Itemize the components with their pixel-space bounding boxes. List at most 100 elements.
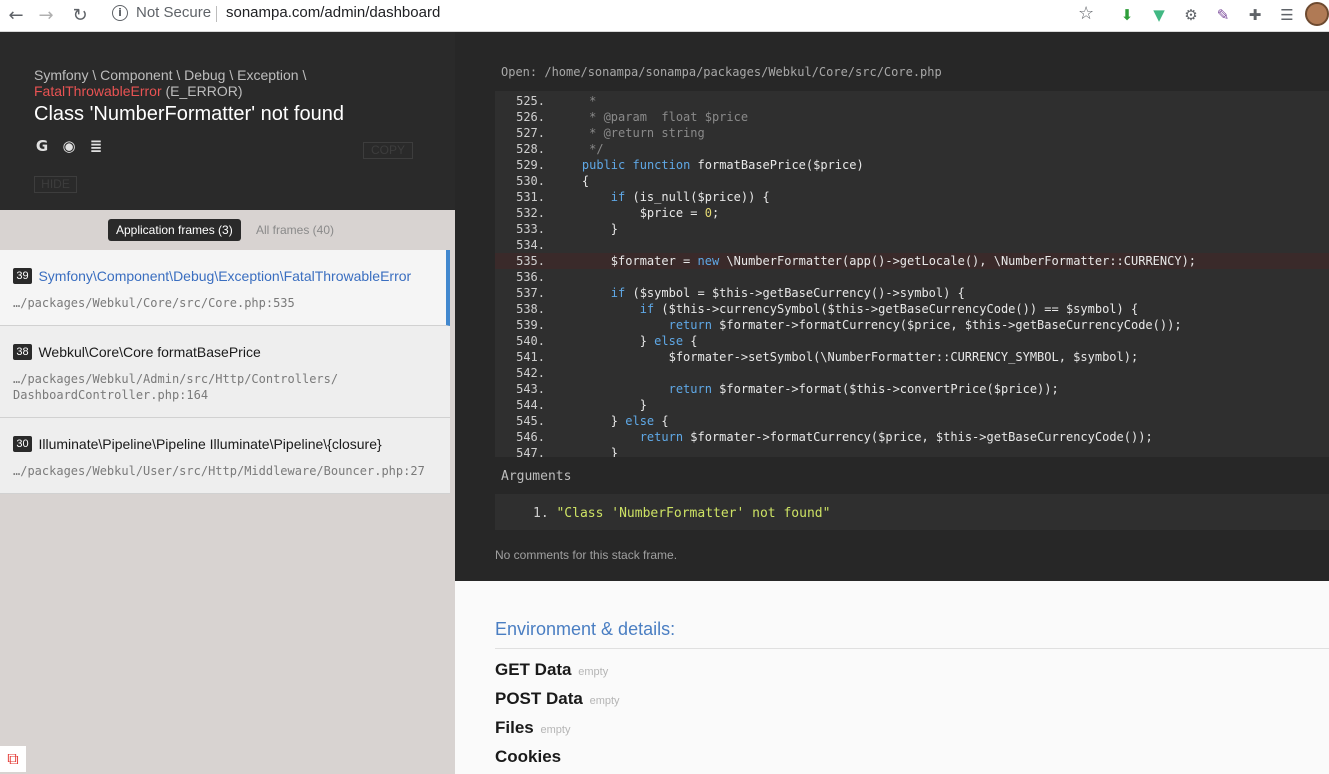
avatar[interactable] xyxy=(1305,2,1329,26)
code-line: 532. $price = 0; xyxy=(495,205,1329,221)
open-label: Open: xyxy=(501,65,538,79)
line-number: 526. xyxy=(516,110,545,124)
line-number: 532. xyxy=(516,206,545,220)
puzzle-icon[interactable]: ✚ xyxy=(1244,4,1266,26)
vue-devtools-icon[interactable]: ▼ xyxy=(1148,4,1170,26)
eyedropper-extension-icon[interactable]: ✎ xyxy=(1212,4,1234,26)
back-icon[interactable]: ← xyxy=(4,4,28,28)
omnibox-divider xyxy=(216,6,217,22)
reload-icon[interactable]: ↻ xyxy=(68,4,92,28)
duckduckgo-search-icon[interactable]: ◉ xyxy=(61,138,77,154)
frame-filter-tabs: Application frames (3) All frames (40) xyxy=(0,210,455,248)
no-comments-text: No comments for this stack frame. xyxy=(495,548,678,562)
env-section-post[interactable]: POST Data empty xyxy=(495,689,620,709)
code-text: $price = 0; xyxy=(553,206,720,220)
code-line: 541. $formater->setSymbol(\NumberFormatt… xyxy=(495,349,1329,365)
line-number: 540. xyxy=(516,334,545,348)
code-line: 546. return $formater->formatCurrency($p… xyxy=(495,429,1329,445)
argument-index: 1. xyxy=(533,506,549,521)
google-search-icon[interactable]: G xyxy=(34,138,50,154)
code-line: 539. return $formater->formatCurrency($p… xyxy=(495,317,1329,333)
code-text: * @param float $price xyxy=(553,110,749,124)
code-line: 525. * xyxy=(495,93,1329,109)
tab-application-frames[interactable]: Application frames (3) xyxy=(108,219,241,241)
line-number: 539. xyxy=(516,318,545,332)
copy-button[interactable]: COPY xyxy=(363,142,413,159)
reading-list-icon[interactable]: ☰ xyxy=(1276,4,1298,26)
code-text: } xyxy=(553,446,619,457)
code-line: 535. $formater = new \NumberFormatter(ap… xyxy=(495,253,1329,269)
line-number: 535. xyxy=(516,254,545,268)
env-section-get[interactable]: GET Data empty xyxy=(495,660,608,680)
code-line: 544. } xyxy=(495,397,1329,413)
line-number: 528. xyxy=(516,142,545,156)
line-number: 545. xyxy=(516,414,545,428)
line-number: 533. xyxy=(516,222,545,236)
exception-namespace: Symfony \ Component \ Debug \ Exception … xyxy=(34,67,307,83)
argument-item: 1. "Class 'NumberFormatter' not found" xyxy=(533,506,830,521)
code-text: } else { xyxy=(553,414,669,428)
frame-index: 39 xyxy=(13,267,32,284)
browser-toolbar: ← → ↻ i Not Secure sonampa.com/admin/das… xyxy=(0,0,1329,32)
line-number: 538. xyxy=(516,302,545,316)
code-line: 545. } else { xyxy=(495,413,1329,429)
environment-title: Environment & details: xyxy=(495,619,676,639)
code-text: if (is_null($price)) { xyxy=(610,190,770,204)
code-line: 533. } xyxy=(495,221,1329,237)
list-item[interactable]: 38 Webkul\Core\Core formatBasePrice …/pa… xyxy=(0,326,450,418)
download-extension-icon[interactable]: ⬇ xyxy=(1116,4,1138,26)
extension-icon[interactable]: ⚙ xyxy=(1180,4,1202,26)
line-number: 530. xyxy=(516,174,545,188)
line-number: 527. xyxy=(516,126,545,140)
open-file-path: /home/sonampa/sonampa/packages/Webkul/Co… xyxy=(544,65,942,79)
code-panel: Open: /home/sonampa/sonampa/packages/Web… xyxy=(455,32,1329,581)
env-section-name: Cookies xyxy=(495,747,562,766)
code-text: return $formater->format($this->convertP… xyxy=(668,382,1059,396)
line-number: 543. xyxy=(516,382,545,396)
code-text: public function formatBasePrice($price) xyxy=(581,158,864,172)
arguments-label: Arguments xyxy=(501,469,572,484)
code-line: 538. if ($this->currencySymbol($this->ge… xyxy=(495,301,1329,317)
env-section-state: empty xyxy=(578,666,609,678)
env-section-cookies[interactable]: Cookies xyxy=(495,747,563,767)
exception-level: (E_ERROR) xyxy=(165,83,243,99)
code-line: 534. xyxy=(495,237,1329,253)
code-line: 540. } else { xyxy=(495,333,1329,349)
not-secure-label: Not Secure xyxy=(136,4,212,21)
line-number: 531. xyxy=(516,190,545,204)
frame-class: Webkul\Core\Core formatBasePrice xyxy=(38,343,261,360)
code-text: return $formater->formatCurrency($price,… xyxy=(639,430,1153,444)
url-text[interactable]: sonampa.com/admin/dashboard xyxy=(226,4,440,21)
list-item[interactable]: 30 Illuminate\Pipeline\Pipeline Illumina… xyxy=(0,418,450,494)
bookmark-star-icon[interactable]: ☆ xyxy=(1078,3,1094,24)
forward-icon[interactable]: → xyxy=(34,4,58,28)
code-text: } xyxy=(553,222,619,236)
frame-file: …/packages/Webkul/User/src/Http/Middlewa… xyxy=(13,464,425,478)
frame-index: 38 xyxy=(13,343,32,360)
line-number: 547. xyxy=(516,446,545,457)
code-line: 528. */ xyxy=(495,141,1329,157)
address-bar[interactable]: i Not Secure sonampa.com/admin/dashboard xyxy=(104,1,1104,27)
env-section-state: empty xyxy=(589,695,620,707)
code-text: } else { xyxy=(553,334,698,348)
info-icon[interactable]: i xyxy=(112,5,128,21)
tab-all-frames[interactable]: All frames (40) xyxy=(256,223,334,237)
line-number: 525. xyxy=(516,94,545,108)
list-item[interactable]: 39 Symfony\Component\Debug\Exception\Fat… xyxy=(0,250,450,326)
code-line: 537. if ($symbol = $this->getBaseCurrenc… xyxy=(495,285,1329,301)
frame-file-path: …/packages/Webkul/Admin/src/Http/Control… xyxy=(13,372,339,386)
env-section-state: empty xyxy=(540,724,571,736)
line-number: 541. xyxy=(516,350,545,364)
hide-button[interactable]: HIDE xyxy=(34,176,77,193)
code-text: return $formater->formatCurrency($price,… xyxy=(668,318,1182,332)
frames-panel: Application frames (3) All frames (40) 3… xyxy=(0,210,455,774)
env-section-files[interactable]: Files empty xyxy=(495,718,570,738)
stackoverflow-search-icon[interactable]: ≣ xyxy=(88,138,104,154)
code-text: $formater->setSymbol(\NumberFormatter::C… xyxy=(553,350,1139,364)
env-section-name: POST Data xyxy=(495,689,583,708)
arguments-box: 1. "Class 'NumberFormatter' not found" xyxy=(495,494,1329,530)
env-section-name: Files xyxy=(495,718,534,737)
open-file-link[interactable]: Open: /home/sonampa/sonampa/packages/Web… xyxy=(501,65,942,79)
code-line: 529. public function formatBasePrice($pr… xyxy=(495,157,1329,173)
code-viewer: 525. * 526. * @param float $price 527. * @… xyxy=(495,91,1329,457)
